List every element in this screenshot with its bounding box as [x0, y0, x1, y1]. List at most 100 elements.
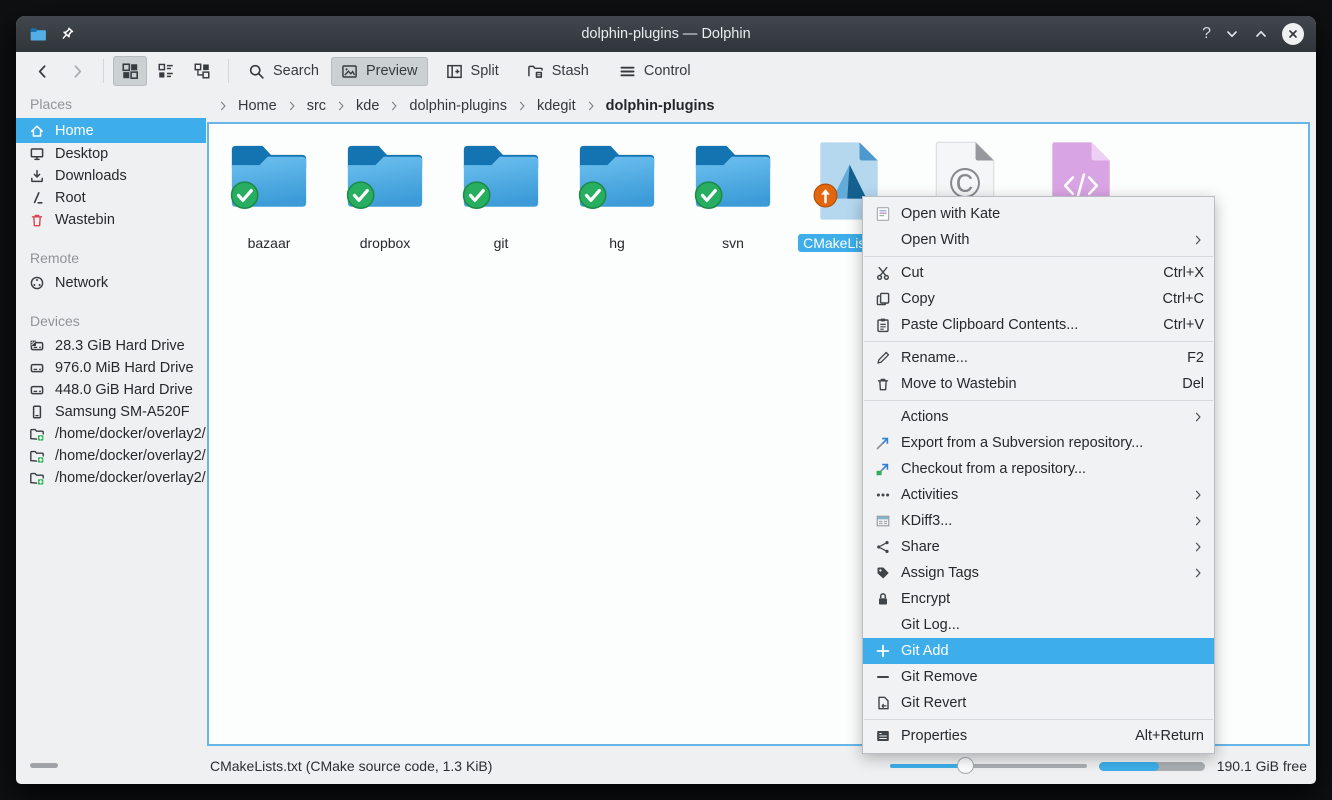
trash-icon [29, 212, 45, 228]
menu-separator [864, 719, 1213, 720]
shortcut: Ctrl+V [1163, 317, 1204, 333]
close-button[interactable] [1282, 23, 1304, 45]
sidebar-item-drive-448gib[interactable]: 448.0 GiB Hard Drive [16, 379, 206, 401]
shortcut: Ctrl+X [1163, 265, 1204, 281]
search-label: Search [273, 63, 319, 79]
app-icon[interactable] [29, 25, 47, 43]
sidebar-item-drive-28gib[interactable]: 28.3 GiB Hard Drive [16, 335, 206, 357]
forward-button[interactable] [61, 57, 94, 86]
sidebar-item-overlay-1[interactable]: /home/docker/overlay2/8 [16, 423, 206, 445]
dolphin-window: dolphin-plugins — Dolphin ? Search Previ… [16, 16, 1316, 784]
sidebar-item-home[interactable]: Home [16, 118, 206, 143]
menu-item-git-remove[interactable]: Git Remove [863, 664, 1214, 690]
menu-item-share[interactable]: Share [863, 534, 1214, 560]
toolbar-separator [228, 59, 229, 83]
stash-button[interactable]: Stash [517, 57, 599, 86]
hard-drive-icon [29, 382, 45, 398]
menu-item-git-revert[interactable]: Git Revert [863, 690, 1214, 716]
mounted-folder-icon [29, 448, 45, 464]
back-button[interactable] [26, 57, 59, 86]
sidebar-item-wastebin[interactable]: Wastebin [16, 209, 206, 231]
activities-icon [874, 487, 891, 504]
cut-icon [874, 265, 891, 282]
sidebar-item-overlay-3[interactable]: /home/docker/overlay2/5 [16, 467, 206, 489]
sidebar-item-network[interactable]: Network [16, 272, 206, 294]
zoom-slider-handle[interactable] [957, 757, 974, 774]
details-view-button[interactable] [185, 56, 219, 86]
vcs-modified-emblem-icon [812, 182, 839, 214]
folder-item-hg[interactable]: hg [559, 140, 675, 252]
sidebar-item-drive-976mib[interactable]: 976.0 MiB Hard Drive [16, 357, 206, 379]
menu-item-paste[interactable]: Paste Clipboard Contents...Ctrl+V [863, 312, 1214, 338]
menu-item-git-log[interactable]: Git Log... [863, 612, 1214, 638]
root-icon [29, 190, 45, 206]
breadcrumb-src[interactable]: src [307, 98, 326, 114]
menu-item-activities[interactable]: Activities [863, 482, 1214, 508]
split-icon [446, 63, 463, 80]
desktop-icon [29, 146, 45, 162]
mounted-folder-icon [29, 426, 45, 442]
sidebar-item-downloads[interactable]: Downloads [16, 165, 206, 187]
menu-item-assign-tags[interactable]: Assign Tags [863, 560, 1214, 586]
menu-separator [864, 400, 1213, 401]
menu-item-copy[interactable]: CopyCtrl+C [863, 286, 1214, 312]
sidebar-item-desktop[interactable]: Desktop [16, 143, 206, 165]
zoom-slider[interactable] [890, 757, 1087, 775]
status-info: CMakeLists.txt (CMake source code, 1.3 K… [210, 748, 492, 784]
compact-view-button[interactable] [149, 56, 183, 86]
stash-icon [527, 63, 544, 80]
smartphone-icon [29, 404, 45, 420]
menu-separator [864, 341, 1213, 342]
pin-icon[interactable] [59, 26, 75, 42]
menu-item-properties[interactable]: PropertiesAlt+Return [863, 723, 1214, 749]
sidebar-item-root[interactable]: Root [16, 187, 206, 209]
folder-item-svn[interactable]: svn [675, 140, 791, 252]
folder-item-dropbox[interactable]: dropbox [327, 140, 443, 252]
breadcrumb-kdegit[interactable]: kdegit [537, 98, 576, 114]
icons-view-button[interactable] [113, 56, 147, 86]
maximize-button[interactable] [1253, 26, 1269, 42]
preview-icon [341, 63, 358, 80]
sidebar-item-phone[interactable]: Samsung SM-A520F [16, 401, 206, 423]
breadcrumb-current: dolphin-plugins [606, 98, 715, 114]
menu-item-open-with-kate[interactable]: Open with Kate [863, 201, 1214, 227]
stash-label: Stash [552, 63, 589, 79]
help-button[interactable]: ? [1202, 25, 1211, 43]
minimize-button[interactable] [1224, 26, 1240, 42]
menu-item-open-with[interactable]: Open With [863, 227, 1214, 253]
home-icon [29, 123, 45, 139]
preview-button[interactable]: Preview [331, 57, 428, 86]
menu-item-encrypt[interactable]: Encrypt [863, 586, 1214, 612]
copy-icon [874, 291, 891, 308]
split-label: Split [471, 63, 499, 79]
breadcrumb-kde[interactable]: kde [356, 98, 379, 114]
control-label: Control [644, 63, 691, 79]
folder-label: bazaar [243, 234, 296, 252]
menu-item-rename[interactable]: Rename...F2 [863, 345, 1214, 371]
folder-label: dropbox [355, 234, 416, 252]
menu-item-actions[interactable]: Actions [863, 404, 1214, 430]
share-icon [874, 539, 891, 556]
properties-icon [874, 728, 891, 745]
folder-label: svn [717, 234, 749, 252]
breadcrumb-dolphin-plugins[interactable]: dolphin-plugins [409, 98, 507, 114]
download-icon [29, 168, 45, 184]
chevron-left-icon [34, 63, 51, 80]
menu-item-kdiff3[interactable]: KDiff3... [863, 508, 1214, 534]
menu-item-svn-checkout[interactable]: Checkout from a repository... [863, 456, 1214, 482]
folder-item-git[interactable]: git [443, 140, 559, 252]
split-button[interactable]: Split [436, 57, 509, 86]
menu-item-cut[interactable]: CutCtrl+X [863, 260, 1214, 286]
breadcrumb-home[interactable]: Home [238, 98, 277, 114]
menu-item-move-to-wastebin[interactable]: Move to WastebinDel [863, 371, 1214, 397]
control-button[interactable]: Control [609, 57, 701, 86]
hard-drive-icon [29, 360, 45, 376]
search-button[interactable]: Search [238, 57, 329, 86]
panel-resize-grip[interactable] [30, 763, 58, 768]
search-icon [248, 63, 265, 80]
menu-item-git-add[interactable]: Git Add [863, 638, 1214, 664]
desktop: { "window": { "title": "dolphin-plugins … [0, 0, 1332, 800]
menu-item-svn-export[interactable]: Export from a Subversion repository... [863, 430, 1214, 456]
sidebar-item-overlay-2[interactable]: /home/docker/overlay2/5 [16, 445, 206, 467]
folder-item-bazaar[interactable]: bazaar [211, 140, 327, 252]
